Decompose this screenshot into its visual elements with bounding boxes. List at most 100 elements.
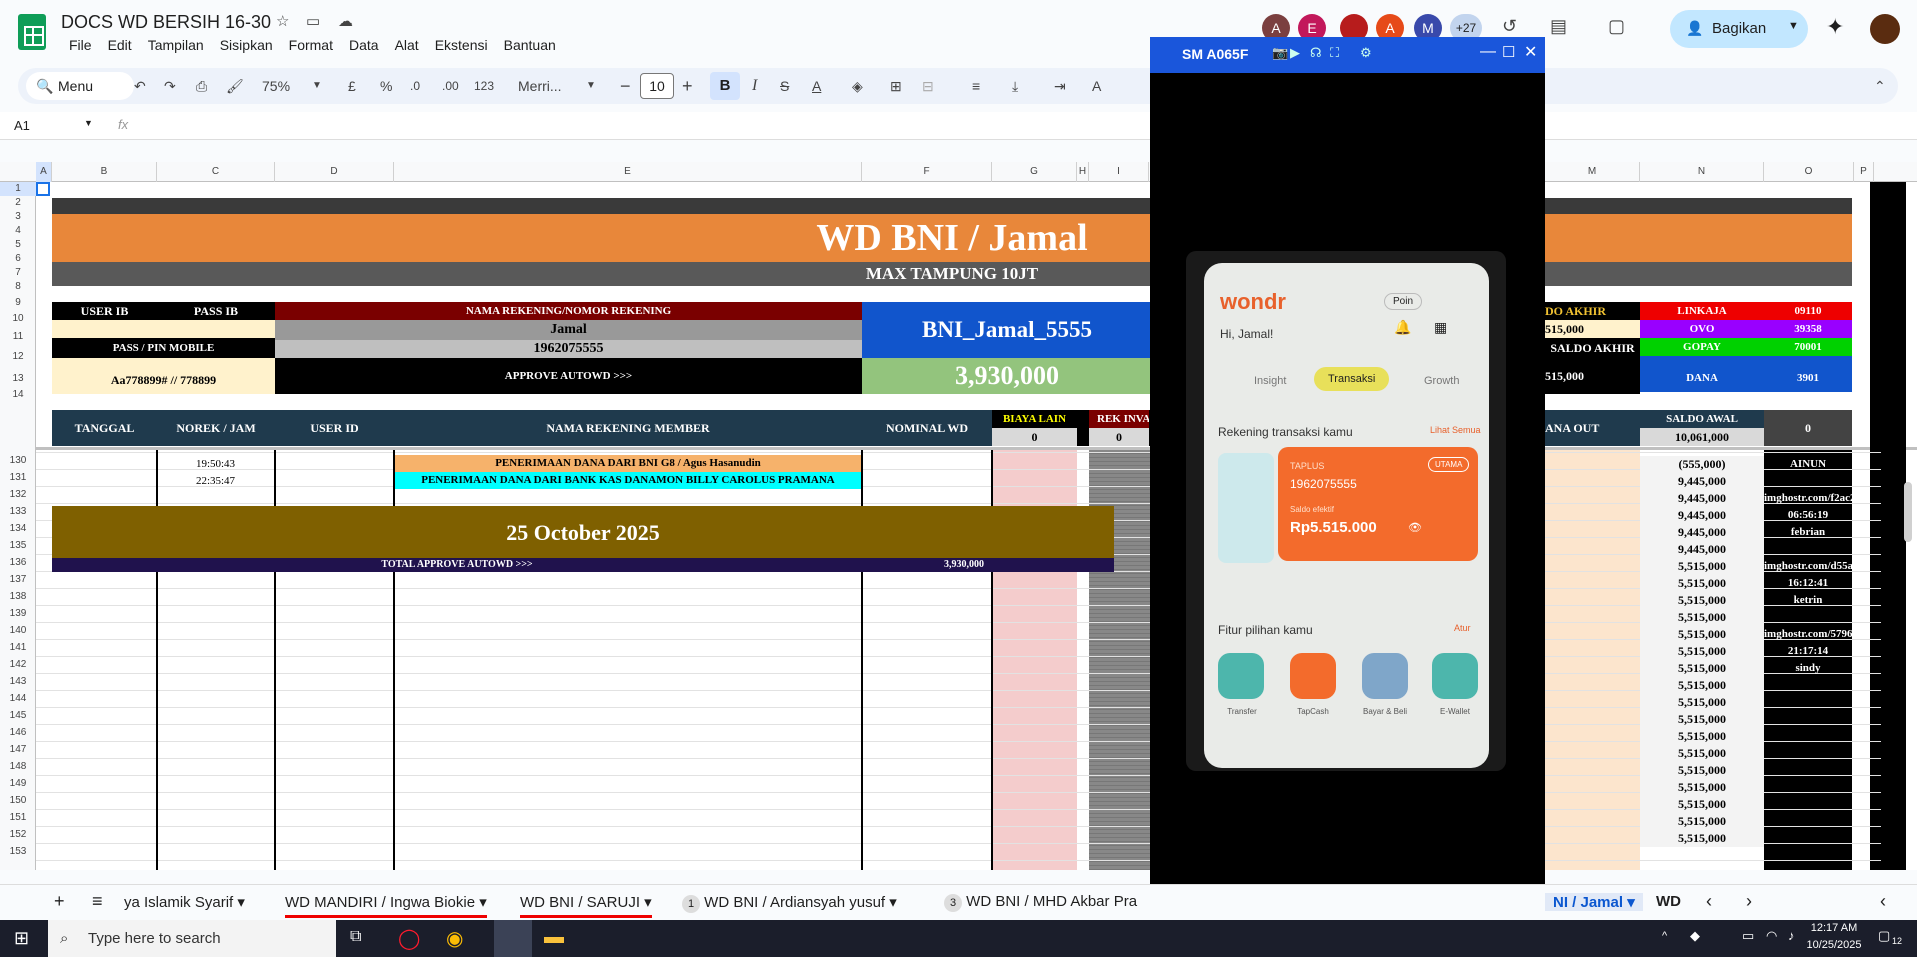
- rek-inv-total[interactable]: 0: [1089, 428, 1149, 446]
- text-wrap-icon[interactable]: ⇥: [1054, 68, 1066, 104]
- saldo-akhir-value-1[interactable]: 515,000: [1545, 320, 1640, 338]
- undo-icon[interactable]: ↶: [134, 68, 146, 104]
- font-size-input[interactable]: 10: [640, 73, 674, 99]
- close-icon[interactable]: ✕: [1524, 42, 1537, 62]
- col-tanggal[interactable]: TANGGAL: [52, 410, 157, 446]
- row-header[interactable]: 8: [0, 280, 36, 294]
- headset-icon[interactable]: ☊: [1310, 45, 1322, 61]
- eye-icon[interactable]: 👁: [1408, 521, 1422, 534]
- bayar-beli-icon[interactable]: [1362, 653, 1408, 699]
- row-header[interactable]: 132: [0, 488, 36, 502]
- col-saldo-awal[interactable]: SALDO AWAL: [1640, 410, 1764, 428]
- spreadsheet-grid[interactable]: WD BNI / Jamal MAX TAMPUNG 10JT USER IB …: [36, 182, 1917, 870]
- col-norek-jam[interactable]: NOREK / JAM: [157, 410, 275, 446]
- cloud-status-icon[interactable]: ☁: [338, 12, 353, 30]
- clock-time[interactable]: 12:17 AM: [1804, 922, 1864, 934]
- saldo-cell[interactable]: 5,515,000: [1640, 796, 1764, 813]
- chevron-up-icon[interactable]: ^: [1662, 930, 1667, 942]
- menu-view[interactable]: Tampilan: [140, 37, 212, 53]
- row-header[interactable]: 145: [0, 709, 36, 723]
- approve-autowd-label[interactable]: APPROVE AUTOWD >>>: [275, 358, 862, 394]
- sheet-title[interactable]: WD BNI / Jamal: [52, 214, 1852, 262]
- o-cell[interactable]: AINUN: [1764, 456, 1852, 473]
- share-button[interactable]: 👤 Bagikan ▼: [1670, 10, 1808, 48]
- ewallet-code[interactable]: 39358: [1764, 320, 1852, 338]
- row-header[interactable]: 151: [0, 811, 36, 825]
- column-header[interactable]: D: [275, 162, 394, 182]
- row-header[interactable]: 13: [0, 372, 36, 386]
- o-cell[interactable]: imghostr.com/d55aca: [1764, 558, 1852, 575]
- sheet-tab[interactable]: WD MANDIRI / Ingwa Biokie ▾: [285, 893, 487, 918]
- saldo-cell[interactable]: 5,515,000: [1640, 575, 1764, 592]
- paint-format-icon[interactable]: 🖌: [226, 68, 244, 104]
- col-biaya-lain[interactable]: BIAYA LAIN: [992, 410, 1077, 428]
- menu-file[interactable]: File: [61, 37, 100, 53]
- row-header[interactable]: 9: [0, 296, 36, 310]
- row-header[interactable]: 143: [0, 675, 36, 689]
- ewallet-name[interactable]: DANA: [1640, 356, 1764, 392]
- history-icon[interactable]: ↺: [1502, 16, 1517, 37]
- sheet-tab-active[interactable]: NI / Jamal ▾: [1545, 893, 1643, 911]
- o-cell[interactable]: 16:12:41: [1764, 575, 1852, 592]
- align-horizontal-icon[interactable]: ≡: [972, 68, 980, 104]
- sheet-tab[interactable]: ya Islamik Syarif ▾: [124, 893, 245, 911]
- o-cell[interactable]: sindy: [1764, 660, 1852, 677]
- row-header[interactable]: 138: [0, 590, 36, 604]
- task-view-icon[interactable]: ⧉: [350, 928, 361, 946]
- font-size-increase-icon[interactable]: +: [682, 68, 693, 104]
- ewallet-code[interactable]: 09110: [1764, 302, 1852, 320]
- volume-icon[interactable]: ♪: [1788, 928, 1795, 943]
- column-header[interactable]: A: [36, 162, 52, 182]
- ewallet-name[interactable]: GOPAY: [1640, 338, 1764, 356]
- taskbar-search-input[interactable]: ⌕ Type here to search: [48, 920, 336, 957]
- column-header[interactable]: C: [157, 162, 275, 182]
- o-cell[interactable]: ketrin: [1764, 592, 1852, 609]
- column-header[interactable]: F: [862, 162, 992, 182]
- o-cell[interactable]: 21:17:14: [1764, 643, 1852, 660]
- user-ib-label[interactable]: USER IB: [52, 302, 157, 320]
- active-cell[interactable]: [36, 182, 50, 196]
- add-sheet-icon[interactable]: +: [54, 891, 65, 912]
- row-header[interactable]: 148: [0, 760, 36, 774]
- saldo-cell[interactable]: 9,445,000: [1640, 473, 1764, 490]
- italic-icon[interactable]: I: [752, 68, 757, 104]
- saldo-cell[interactable]: 5,515,000: [1640, 745, 1764, 762]
- menu-insert[interactable]: Sisipkan: [212, 37, 281, 53]
- ewallet-name[interactable]: LINKAJA: [1640, 302, 1764, 320]
- tapcash-icon[interactable]: [1290, 653, 1336, 699]
- opera-icon[interactable]: ◯: [398, 926, 420, 951]
- menu-help[interactable]: Bantuan: [496, 37, 564, 53]
- col-user-id[interactable]: USER ID: [275, 410, 394, 446]
- row-header[interactable]: 134: [0, 522, 36, 536]
- ewallet-name[interactable]: OVO: [1640, 320, 1764, 338]
- menu-format[interactable]: Format: [281, 37, 341, 53]
- card-partial[interactable]: [1218, 453, 1274, 563]
- row-header[interactable]: 152: [0, 828, 36, 842]
- saldo-cell[interactable]: 9,445,000: [1640, 524, 1764, 541]
- ewallet-icon[interactable]: [1432, 653, 1478, 699]
- saldo-cell[interactable]: 5,515,000: [1640, 779, 1764, 796]
- row-header[interactable]: 7: [0, 266, 36, 280]
- text-rotate-icon[interactable]: A: [1092, 68, 1101, 104]
- row-header[interactable]: 137: [0, 573, 36, 587]
- row-header[interactable]: 3: [0, 210, 36, 224]
- nama-value[interactable]: Jamal: [275, 320, 862, 340]
- row-header[interactable]: 147: [0, 743, 36, 757]
- chrome-icon[interactable]: ◉: [446, 926, 463, 951]
- menu-tools[interactable]: Alat: [387, 37, 427, 53]
- notification-icon[interactable]: ▢: [1878, 928, 1890, 944]
- o-cell[interactable]: febrian: [1764, 524, 1852, 541]
- row-header[interactable]: 2: [0, 196, 36, 210]
- ewallet-code[interactable]: 70001: [1764, 338, 1852, 356]
- network-icon[interactable]: ◠: [1766, 928, 1777, 944]
- features-link[interactable]: Atur: [1454, 623, 1471, 633]
- align-vertical-icon[interactable]: ⤓: [1012, 68, 1018, 104]
- currency-button[interactable]: £: [348, 68, 356, 104]
- pass-ib-label[interactable]: PASS IB: [157, 302, 275, 320]
- row-header[interactable]: 135: [0, 539, 36, 553]
- approve-autowd-value[interactable]: 3,930,000: [862, 358, 1152, 394]
- saldo-cell[interactable]: 9,445,000: [1640, 507, 1764, 524]
- row-header[interactable]: 153: [0, 845, 36, 859]
- menu-extensions[interactable]: Ekstensi: [427, 37, 496, 53]
- time-cell[interactable]: 19:50:43: [157, 456, 274, 472]
